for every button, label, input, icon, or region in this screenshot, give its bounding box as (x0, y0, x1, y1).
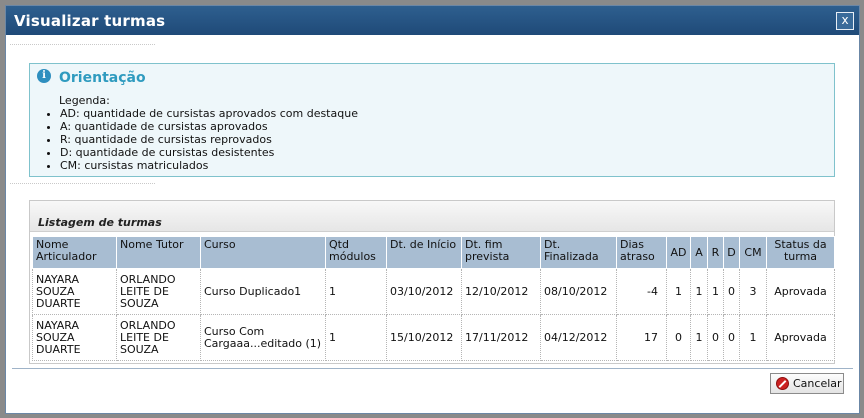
table-cell: ORLANDO LEITE DE SOUZA (116, 314, 201, 361)
table-row[interactable]: NAYARA SOUZA DUARTE ORLANDO LEITE DE SOU… (32, 314, 835, 361)
table-cell: 1 (690, 314, 708, 361)
table-cell: 1 (325, 314, 387, 361)
column-header[interactable]: CM (739, 236, 767, 269)
table-cell: NAYARA SOUZA DUARTE (32, 268, 117, 315)
table-cell: 12/10/2012 (461, 268, 541, 315)
dialog-window: Visualizar turmas x i Orientação Legenda… (5, 5, 860, 414)
column-header[interactable]: Status da turma (766, 236, 835, 269)
column-header[interactable]: A (690, 236, 708, 269)
legend-title: Legenda: (59, 94, 110, 107)
panel-title: Listagem de turmas (38, 216, 162, 229)
turmas-panel: Listagem de turmas Nome Articulador Nome… (29, 200, 835, 364)
cancel-icon (776, 377, 789, 390)
dialog-titlebar[interactable]: Visualizar turmas x (6, 6, 859, 35)
legend-item: AD: quantidade de cursistas aprovados co… (60, 107, 358, 120)
table-row[interactable]: NAYARA SOUZA DUARTE ORLANDO LEITE DE SOU… (32, 268, 835, 315)
legend-item: CM: cursistas matriculados (60, 159, 358, 172)
table-cell: 1 (666, 268, 691, 315)
table-cell: 04/12/2012 (540, 314, 617, 361)
column-header[interactable]: Dias atraso (616, 236, 667, 269)
table-header-row: Nome Articulador Nome Tutor Curso Qtd mó… (32, 236, 835, 269)
legend-list: AD: quantidade de cursistas aprovados co… (44, 107, 358, 172)
column-header[interactable]: R (707, 236, 724, 269)
table-cell: 1 (690, 268, 708, 315)
column-header[interactable]: D (723, 236, 740, 269)
table-cell: 3 (739, 268, 767, 315)
column-header[interactable]: Qtd módulos (325, 236, 387, 269)
table-cell: 15/10/2012 (386, 314, 462, 361)
legend-item: R: quantidade de cursistas reprovados (60, 133, 358, 146)
table-cell: 0 (723, 314, 740, 361)
panel-header: Listagem de turmas (30, 201, 834, 232)
table-cell: 17/11/2012 (461, 314, 541, 361)
table-cell: 08/10/2012 (540, 268, 617, 315)
footer-divider (12, 368, 853, 369)
table-cell: 0 (723, 268, 740, 315)
table-cell: 1 (739, 314, 767, 361)
cancel-button-label: Cancelar (793, 377, 842, 390)
table-cell: 1 (325, 268, 387, 315)
dialog-title: Visualizar turmas (14, 12, 166, 30)
table-cell: ORLANDO LEITE DE SOUZA (116, 268, 201, 315)
turmas-table: Nome Articulador Nome Tutor Curso Qtd mó… (32, 236, 835, 361)
legend-item: D: quantidade de cursistas desistentes (60, 146, 358, 159)
table-cell: Curso Duplicado1 (200, 268, 326, 315)
table-cell: NAYARA SOUZA DUARTE (32, 314, 117, 361)
column-header[interactable]: AD (666, 236, 691, 269)
divider (10, 44, 155, 45)
column-header[interactable]: Nome Tutor (116, 236, 201, 269)
orientation-box: i Orientação Legenda: AD: quantidade de … (29, 63, 835, 177)
legend-item: A: quantidade de cursistas aprovados (60, 120, 358, 133)
info-icon: i (37, 69, 51, 83)
table-cell: 0 (707, 314, 724, 361)
table-cell: 0 (666, 314, 691, 361)
table-cell: 17 (616, 314, 667, 361)
column-header[interactable]: Dt. fim prevista (461, 236, 541, 269)
column-header[interactable]: Nome Articulador (32, 236, 117, 269)
orientation-heading: Orientação (59, 70, 146, 86)
status-cell: Aprovada (766, 314, 835, 361)
cancel-button[interactable]: Cancelar (770, 373, 844, 394)
close-button[interactable]: x (836, 12, 854, 30)
table-cell: -4 (616, 268, 667, 315)
column-header[interactable]: Curso (200, 236, 326, 269)
divider (10, 183, 155, 184)
column-header[interactable]: Dt. de Início (386, 236, 462, 269)
table-cell: Curso Com Cargaaa...editado (1) (200, 314, 326, 361)
table-cell: 03/10/2012 (386, 268, 462, 315)
column-header[interactable]: Dt. Finalizada (540, 236, 617, 269)
status-cell: Aprovada (766, 268, 835, 315)
table-cell: 1 (707, 268, 724, 315)
